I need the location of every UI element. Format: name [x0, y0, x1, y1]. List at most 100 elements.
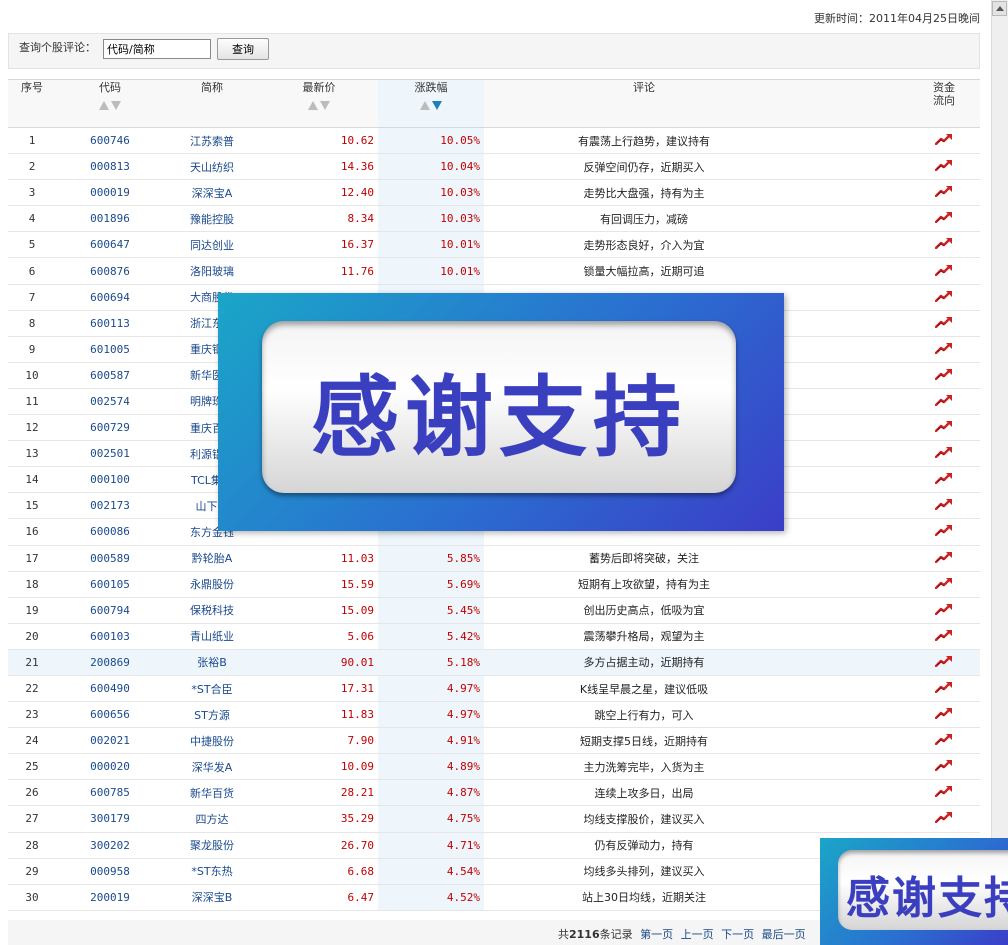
stock-name[interactable]: 洛阳玻璃 [164, 257, 260, 285]
sort-down-arrow-active-icon[interactable] [432, 100, 442, 110]
stock-name[interactable]: 新华百货 [164, 779, 260, 807]
fund-flow-trend-icon[interactable] [934, 185, 953, 200]
fund-flow-trend-icon[interactable] [934, 603, 953, 618]
sort-arrows[interactable] [56, 98, 164, 110]
fund-flow-trend-icon[interactable] [934, 733, 953, 748]
flow-cell[interactable] [908, 649, 980, 676]
stock-code[interactable]: 600105 [56, 571, 164, 598]
stock-name[interactable]: 四方达 [164, 805, 260, 833]
stock-code[interactable]: 000020 [56, 753, 164, 781]
last-page-link[interactable]: 最后一页 [762, 928, 806, 941]
flow-cell[interactable] [908, 518, 980, 546]
flow-cell[interactable] [908, 127, 980, 155]
col-header-code[interactable]: 代码 [56, 79, 164, 128]
stock-name[interactable]: *ST合臣 [164, 675, 260, 703]
fund-flow-trend-icon[interactable] [934, 681, 953, 696]
flow-cell[interactable] [908, 284, 980, 311]
stock-code[interactable]: 000589 [56, 545, 164, 572]
stock-code[interactable]: 600490 [56, 675, 164, 703]
stock-code[interactable]: 002021 [56, 727, 164, 755]
fund-flow-trend-icon[interactable] [934, 342, 953, 357]
fund-flow-trend-icon[interactable] [934, 211, 953, 226]
stock-name[interactable]: 同达创业 [164, 231, 260, 259]
fund-flow-trend-icon[interactable] [934, 133, 953, 148]
stock-name[interactable]: *ST东热 [164, 858, 260, 885]
fund-flow-trend-icon[interactable] [934, 368, 953, 383]
stock-code[interactable]: 600086 [56, 518, 164, 546]
stock-code[interactable]: 000813 [56, 153, 164, 181]
stock-name[interactable]: ST方源 [164, 701, 260, 729]
flow-cell[interactable] [908, 310, 980, 337]
flow-cell[interactable] [908, 753, 980, 781]
stock-name[interactable]: 深深宝B [164, 884, 260, 911]
stock-code[interactable]: 000019 [56, 179, 164, 207]
sort-up-arrow-icon[interactable] [308, 100, 318, 110]
stock-name[interactable]: 青山纸业 [164, 623, 260, 650]
stock-name[interactable]: 中捷股份 [164, 727, 260, 755]
stock-code[interactable]: 000100 [56, 466, 164, 494]
flow-cell[interactable] [908, 205, 980, 233]
stock-code[interactable]: 200869 [56, 649, 164, 676]
flow-cell[interactable] [908, 414, 980, 442]
flow-cell[interactable] [908, 597, 980, 624]
stock-code[interactable]: 001896 [56, 205, 164, 233]
fund-flow-trend-icon[interactable] [934, 811, 953, 826]
flow-cell[interactable] [908, 571, 980, 598]
stock-code[interactable]: 600794 [56, 597, 164, 624]
flow-cell[interactable] [908, 153, 980, 181]
sort-up-arrow-icon[interactable] [99, 100, 109, 110]
stock-name[interactable]: 深华发A [164, 753, 260, 781]
first-page-link[interactable]: 第一页 [640, 928, 673, 941]
stock-code[interactable]: 300179 [56, 805, 164, 833]
fund-flow-trend-icon[interactable] [934, 785, 953, 800]
sort-arrows[interactable] [260, 98, 378, 110]
stock-search-input[interactable] [103, 39, 211, 59]
fund-flow-trend-icon[interactable] [934, 446, 953, 461]
fund-flow-trend-icon[interactable] [934, 655, 953, 670]
stock-code[interactable]: 600746 [56, 127, 164, 155]
fund-flow-trend-icon[interactable] [934, 551, 953, 566]
flow-cell[interactable] [908, 805, 980, 833]
flow-cell[interactable] [908, 701, 980, 729]
stock-code[interactable]: 600587 [56, 362, 164, 389]
stock-code[interactable]: 600694 [56, 284, 164, 311]
sort-up-arrow-icon[interactable] [420, 100, 430, 110]
fund-flow-trend-icon[interactable] [934, 629, 953, 644]
stock-code[interactable]: 600729 [56, 414, 164, 442]
stock-code[interactable]: 600647 [56, 231, 164, 259]
stock-name[interactable]: 黔轮胎A [164, 545, 260, 572]
stock-name[interactable]: 深深宝A [164, 179, 260, 207]
stock-code[interactable]: 601005 [56, 336, 164, 363]
fund-flow-trend-icon[interactable] [934, 316, 953, 331]
fund-flow-trend-icon[interactable] [934, 707, 953, 722]
flow-cell[interactable] [908, 362, 980, 389]
thanks-banner[interactable]: 感谢支持 [218, 293, 784, 531]
flow-cell[interactable] [908, 179, 980, 207]
fund-flow-trend-icon[interactable] [934, 159, 953, 174]
fund-flow-trend-icon[interactable] [934, 577, 953, 592]
fund-flow-trend-icon[interactable] [934, 237, 953, 252]
stock-name[interactable]: 豫能控股 [164, 205, 260, 233]
fund-flow-trend-icon[interactable] [934, 524, 953, 539]
stock-code[interactable]: 600103 [56, 623, 164, 650]
col-header-price[interactable]: 最新价 [260, 79, 378, 128]
stock-code[interactable]: 600785 [56, 779, 164, 807]
stock-code[interactable]: 002574 [56, 388, 164, 416]
flow-cell[interactable] [908, 388, 980, 416]
flow-cell[interactable] [908, 440, 980, 468]
stock-code[interactable]: 200019 [56, 884, 164, 911]
flow-cell[interactable] [908, 231, 980, 259]
sort-down-arrow-icon[interactable] [111, 100, 121, 110]
sort-down-arrow-icon[interactable] [320, 100, 330, 110]
stock-name[interactable]: 张裕B [164, 649, 260, 676]
fund-flow-trend-icon[interactable] [934, 472, 953, 487]
flow-cell[interactable] [908, 466, 980, 494]
fund-flow-trend-icon[interactable] [934, 394, 953, 409]
sort-arrows[interactable] [378, 98, 484, 110]
prev-page-link[interactable]: 上一页 [681, 928, 714, 941]
stock-code[interactable]: 002173 [56, 492, 164, 520]
stock-code[interactable]: 600876 [56, 257, 164, 285]
next-page-link[interactable]: 下一页 [721, 928, 754, 941]
stock-code[interactable]: 000958 [56, 858, 164, 885]
stock-name[interactable]: 永鼎股份 [164, 571, 260, 598]
